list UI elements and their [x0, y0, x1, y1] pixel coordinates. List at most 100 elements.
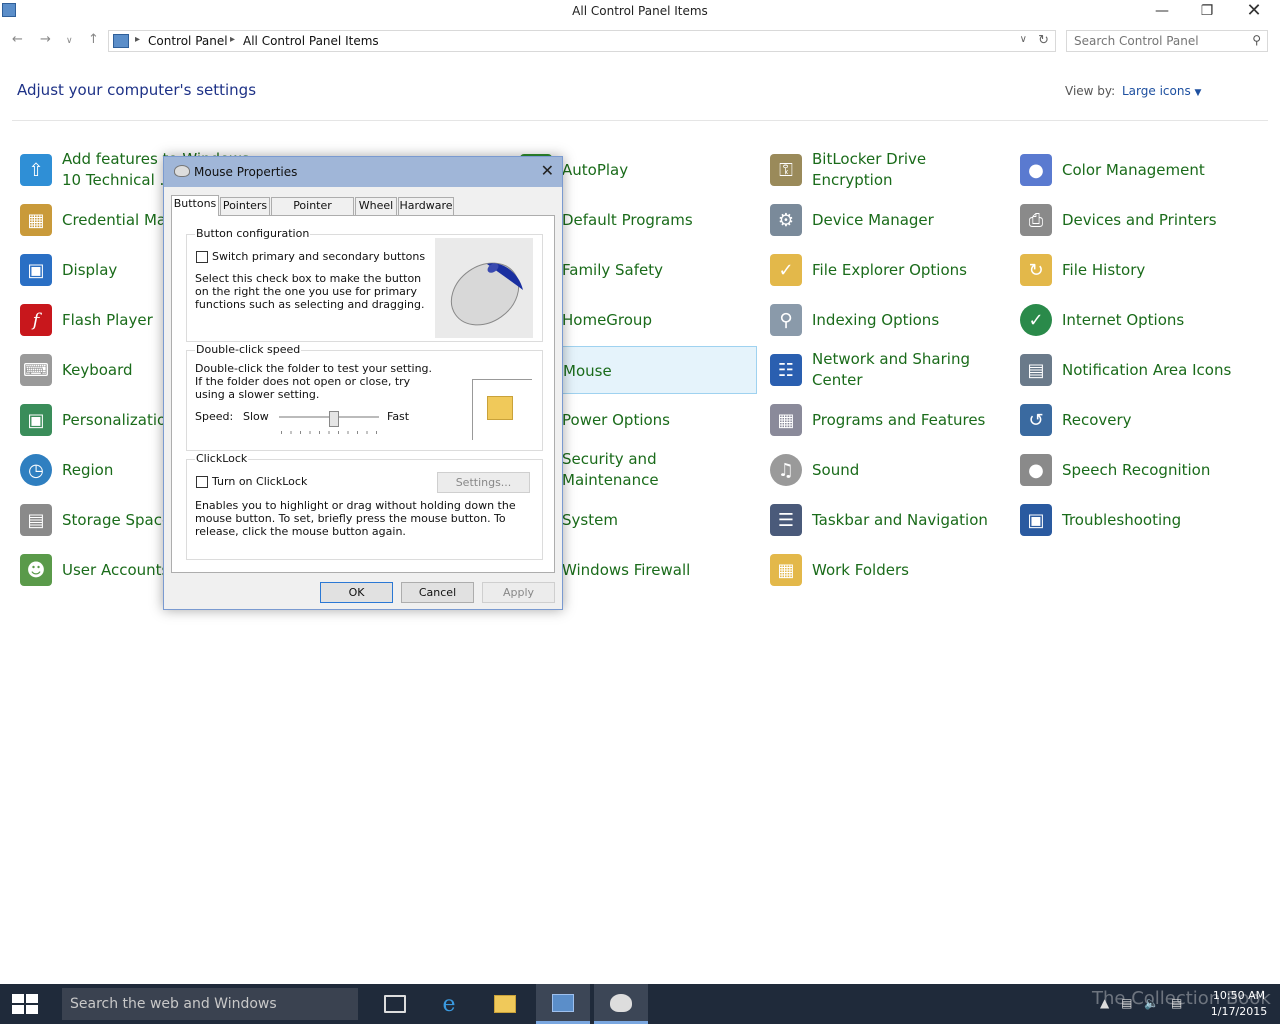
- item-indexing-options[interactable]: ⚲ Indexing Options: [762, 296, 1007, 344]
- item-label: File History: [1062, 260, 1146, 279]
- item-label: Programs and Features: [812, 410, 986, 429]
- speed-label: Speed:: [195, 410, 234, 423]
- item-work-folders[interactable]: ▦ Work Folders: [762, 546, 1007, 594]
- window-title: All Control Panel Items: [572, 4, 708, 18]
- item-label: Devices and Printers: [1062, 210, 1217, 229]
- file-explorer-icon[interactable]: [478, 984, 532, 1024]
- breadcrumb-all-items[interactable]: All Control Panel Items: [243, 34, 379, 48]
- printer-icon: ⎙: [1020, 204, 1052, 236]
- chevron-right-icon[interactable]: ▸: [230, 34, 235, 45]
- clicklock-desc: Enables you to highlight or drag without…: [195, 499, 516, 538]
- start-windows-icon[interactable]: [12, 994, 38, 1014]
- item-bitlocker[interactable]: ⚿ BitLocker Drive Encryption: [762, 146, 1007, 194]
- internet-explorer-icon[interactable]: e: [422, 984, 476, 1024]
- microphone-icon: ●: [1020, 454, 1052, 486]
- tab-hardware[interactable]: Hardware: [398, 197, 454, 215]
- chevron-right-icon[interactable]: ▸: [135, 34, 140, 45]
- control-panel-glyph: [552, 993, 574, 1012]
- recent-locations-chevron-icon[interactable]: ∨: [66, 36, 73, 46]
- view-by-dropdown[interactable]: Large icons ▼: [1122, 84, 1201, 98]
- item-notification-area-icons[interactable]: ▤ Notification Area Icons: [1012, 346, 1257, 394]
- ie-glyph: e: [442, 991, 456, 1017]
- item-label: Troubleshooting: [1062, 510, 1182, 529]
- folder-icon[interactable]: [487, 396, 513, 420]
- switch-buttons-label[interactable]: Switch primary and secondary buttons: [212, 250, 425, 263]
- item-recovery[interactable]: ↺ Recovery: [1012, 396, 1257, 444]
- item-label: Network and Sharing Center: [812, 350, 970, 389]
- clicklock-checkbox[interactable]: [196, 476, 208, 488]
- double-click-desc: Double-click the folder to test your set…: [195, 362, 433, 401]
- item-troubleshooting[interactable]: ▣ Troubleshooting: [1012, 496, 1257, 544]
- refresh-icon[interactable]: ↻: [1038, 33, 1049, 48]
- item-label: Speech Recognition: [1062, 460, 1211, 479]
- dialog-title-bar[interactable]: Mouse Properties ✕: [164, 157, 562, 187]
- work-folder-icon: ▦: [770, 554, 802, 586]
- item-label: Work Folders: [812, 560, 909, 579]
- slider-thumb[interactable]: [328, 411, 339, 427]
- item-file-history[interactable]: ↻ File History: [1012, 246, 1257, 294]
- item-taskbar-navigation[interactable]: ☰ Taskbar and Navigation: [762, 496, 1007, 544]
- item-label: Internet Options: [1062, 310, 1185, 329]
- item-speech-recognition[interactable]: ● Speech Recognition: [1012, 446, 1257, 494]
- test-folder-area[interactable]: [472, 379, 532, 440]
- clicklock-settings-button[interactable]: Settings...: [437, 472, 530, 493]
- network-icon[interactable]: ▤: [1121, 996, 1132, 1010]
- item-label: Family Safety: [562, 260, 664, 279]
- recovery-icon: ↺: [1020, 404, 1052, 436]
- mouse-properties-taskbar-icon[interactable]: [594, 984, 648, 1024]
- breadcrumb-control-panel[interactable]: Control Panel: [148, 34, 228, 48]
- cancel-button[interactable]: Cancel: [401, 582, 474, 603]
- item-color-management[interactable]: ● Color Management: [1012, 146, 1257, 194]
- caret-down-icon: ▼: [1194, 88, 1202, 98]
- slow-label: Slow: [243, 410, 269, 423]
- item-label: Color Management: [1062, 160, 1205, 179]
- taskbar-search-box[interactable]: Search the web and Windows: [62, 988, 358, 1020]
- item-internet-options[interactable]: ✓ Internet Options: [1012, 296, 1257, 344]
- address-bar[interactable]: ▸ Control Panel ▸ All Control Panel Item…: [108, 30, 1056, 52]
- dialog-title: Mouse Properties: [194, 165, 298, 179]
- item-sound[interactable]: ♫ Sound: [762, 446, 1007, 494]
- view-by-value: Large icons: [1122, 84, 1191, 98]
- item-programs-features[interactable]: ▦ Programs and Features: [762, 396, 1007, 444]
- up-arrow-icon[interactable]: ↑: [88, 32, 99, 47]
- clock[interactable]: 10:50 AM 1/17/2015: [1204, 988, 1274, 1020]
- clock-time: 10:50 AM: [1212, 989, 1266, 1002]
- item-label: Default Programs: [562, 210, 693, 229]
- group-label: Double-click speed: [195, 343, 302, 356]
- globe-icon: ✓: [1020, 304, 1052, 336]
- apply-button[interactable]: Apply: [482, 582, 555, 603]
- tab-wheel[interactable]: Wheel: [355, 197, 397, 215]
- control-panel-taskbar-icon[interactable]: [536, 984, 590, 1024]
- tab-buttons[interactable]: Buttons: [171, 195, 219, 216]
- dialog-close-icon[interactable]: ✕: [541, 161, 554, 180]
- tab-pointers[interactable]: Pointers: [220, 197, 270, 215]
- task-view-icon[interactable]: [368, 984, 422, 1024]
- item-label: Recovery: [1062, 410, 1132, 429]
- ok-button[interactable]: OK: [320, 582, 393, 603]
- item-device-manager[interactable]: ⚙ Device Manager: [762, 196, 1007, 244]
- item-label: Mouse: [563, 361, 612, 380]
- search-input[interactable]: [1067, 31, 1247, 51]
- restore-button[interactable]: ❐: [1184, 0, 1230, 24]
- chevron-down-icon[interactable]: ∨: [1020, 34, 1027, 45]
- switch-buttons-checkbox[interactable]: [196, 251, 208, 263]
- action-center-icon[interactable]: ▤: [1171, 996, 1182, 1010]
- minimize-button[interactable]: —: [1139, 0, 1185, 24]
- speed-slider[interactable]: [279, 411, 379, 435]
- volume-icon[interactable]: 🔈: [1144, 996, 1159, 1010]
- close-button[interactable]: ✕: [1231, 0, 1277, 24]
- clicklock-label[interactable]: Turn on ClickLock: [212, 475, 307, 488]
- show-hidden-icons-chevron-icon[interactable]: ▲: [1100, 996, 1109, 1010]
- forward-arrow-icon[interactable]: →: [40, 32, 51, 47]
- search-box[interactable]: ⚲: [1066, 30, 1268, 52]
- item-network-sharing[interactable]: ☷ Network and Sharing Center: [762, 346, 1007, 394]
- file-history-icon: ↻: [1020, 254, 1052, 286]
- item-label: Taskbar and Navigation: [812, 510, 988, 529]
- item-label: AutoPlay: [562, 160, 629, 179]
- tab-pointer-options[interactable]: Pointer Options: [271, 197, 354, 228]
- item-devices-printers[interactable]: ⎙ Devices and Printers: [1012, 196, 1257, 244]
- item-file-explorer-options[interactable]: ✓ File Explorer Options: [762, 246, 1007, 294]
- back-arrow-icon[interactable]: ←: [12, 32, 23, 47]
- mouse-illustration: [435, 238, 533, 338]
- search-icon[interactable]: ⚲: [1252, 33, 1261, 47]
